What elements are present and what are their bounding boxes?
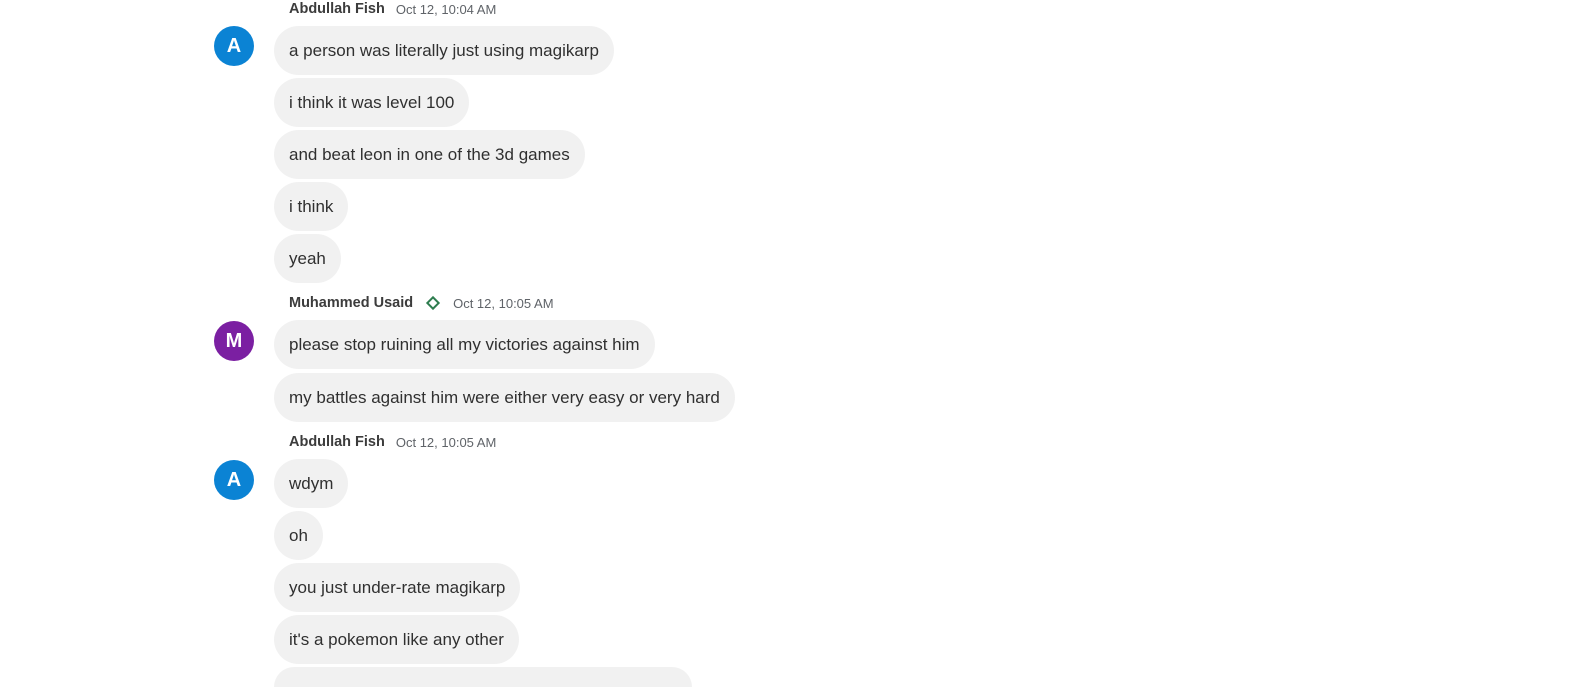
message-text: you just under-rate magikarp xyxy=(289,577,506,597)
avatar-letter: A xyxy=(226,34,242,57)
message-bubble-partial[interactable] xyxy=(274,667,692,687)
avatar-letter: M xyxy=(225,329,243,352)
message-text: i think it was level 100 xyxy=(289,92,455,112)
avatar-letter: A xyxy=(226,468,242,491)
sender-name[interactable]: Muhammed Usaid xyxy=(289,295,413,311)
message-text: please stop ruining all my victories aga… xyxy=(289,334,640,354)
message-bubble[interactable]: yeah xyxy=(274,234,341,283)
message-text: oh xyxy=(289,525,308,545)
message-bubble[interactable]: and beat leon in one of the 3d games xyxy=(274,130,585,179)
message-bubble[interactable]: wdym xyxy=(274,459,349,508)
message-text: yeah xyxy=(289,248,326,268)
message-bubble[interactable]: my battles against him were either very … xyxy=(274,373,735,422)
message-header: Abdullah Fish Oct 12, 10:05 AM xyxy=(289,432,496,452)
message-bubble[interactable]: oh xyxy=(274,511,323,560)
message-header: Abdullah Fish Oct 12, 10:04 AM xyxy=(289,0,496,19)
avatar[interactable]: M xyxy=(214,321,254,361)
message-text: i think xyxy=(289,196,334,216)
sender-name[interactable]: Abdullah Fish xyxy=(289,1,385,17)
message-bubble[interactable]: i think it was level 100 xyxy=(274,78,470,127)
timestamp: Oct 12, 10:05 AM xyxy=(395,434,497,450)
message-bubble[interactable]: it's a pokemon like any other xyxy=(274,615,519,664)
message-bubble[interactable]: a person was literally just using magika… xyxy=(274,26,614,75)
message-text: my battles against him were either very … xyxy=(289,387,720,407)
message-bubble[interactable]: i think xyxy=(274,182,349,231)
timestamp: Oct 12, 10:05 AM xyxy=(453,295,554,311)
message-text: it's a pokemon like any other xyxy=(289,629,504,649)
avatar[interactable]: A xyxy=(214,26,254,66)
avatar[interactable]: A xyxy=(214,460,254,500)
message-bubble[interactable]: please stop ruining all my victories aga… xyxy=(274,320,655,369)
message-text: a person was literally just using magika… xyxy=(289,40,599,60)
message-text: and beat leon in one of the 3d games xyxy=(289,144,570,164)
message-header: Muhammed Usaid Oct 12, 10:05 AM xyxy=(289,293,554,313)
timestamp: Oct 12, 10:04 AM xyxy=(395,1,497,17)
sender-name[interactable]: Abdullah Fish xyxy=(289,434,385,450)
diamond-icon xyxy=(426,295,441,311)
message-bubble[interactable]: you just under-rate magikarp xyxy=(274,563,521,612)
message-text: wdym xyxy=(289,473,334,493)
